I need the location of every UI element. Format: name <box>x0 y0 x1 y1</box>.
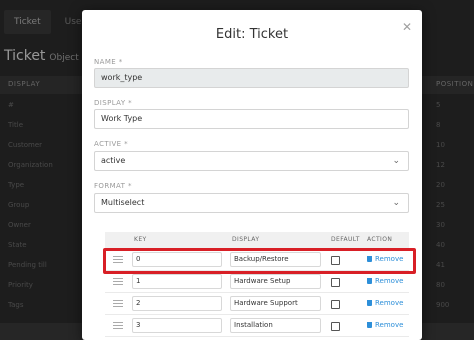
col-default: DEFAULT <box>331 236 360 243</box>
table-row: 1 Hardware Setup Remove <box>105 271 409 293</box>
active-label: ACTIVE * <box>94 140 129 148</box>
col-action: ACTION <box>367 236 393 243</box>
key-input[interactable]: 2 <box>132 296 222 311</box>
remove-label: Remove <box>375 299 404 307</box>
active-select[interactable]: active ⌄ <box>94 151 409 171</box>
active-select-value: active <box>101 156 126 165</box>
display-input[interactable]: Hardware Support <box>230 296 321 311</box>
drag-handle-icon[interactable] <box>113 322 123 329</box>
name-field[interactable]: work_type <box>94 68 409 88</box>
options-table-header: KEY DISPLAY DEFAULT ACTION <box>105 232 409 249</box>
remove-button[interactable]: Remove <box>367 277 403 285</box>
default-checkbox[interactable] <box>331 300 340 309</box>
trash-icon <box>367 278 372 284</box>
trash-icon <box>367 300 372 306</box>
table-row: 3 Installation Remove <box>105 315 409 337</box>
drag-handle-icon[interactable] <box>113 278 123 285</box>
name-label: NAME * <box>94 58 123 66</box>
col-key: KEY <box>134 236 147 243</box>
col-display: DISPLAY <box>232 236 260 243</box>
remove-button[interactable]: Remove <box>367 321 403 329</box>
default-checkbox[interactable] <box>331 322 340 331</box>
remove-button[interactable]: Remove <box>367 299 403 307</box>
remove-label: Remove <box>375 321 404 329</box>
display-field[interactable]: Work Type <box>94 109 409 129</box>
key-input[interactable]: 1 <box>132 274 222 289</box>
format-select-value: Multiselect <box>101 198 145 207</box>
modal-title: Edit: Ticket <box>215 27 289 42</box>
key-input[interactable]: 3 <box>132 318 222 333</box>
display-label: DISPLAY * <box>94 99 133 107</box>
display-input[interactable]: Hardware Setup <box>230 274 321 289</box>
format-select[interactable]: Multiselect ⌄ <box>94 193 409 213</box>
chevron-down-icon: ⌄ <box>392 198 400 208</box>
edit-modal: Edit: Ticket ✕ NAME * work_type DISPLAY … <box>82 10 422 340</box>
highlight-box <box>103 248 416 274</box>
drag-handle-icon[interactable] <box>113 300 123 307</box>
table-row: 2 Hardware Support Remove <box>105 293 409 315</box>
chevron-down-icon: ⌄ <box>392 156 400 166</box>
remove-label: Remove <box>375 277 404 285</box>
close-icon[interactable]: ✕ <box>402 20 412 34</box>
format-label: FORMAT * <box>94 182 132 190</box>
default-checkbox[interactable] <box>331 278 340 287</box>
display-input[interactable]: Installation <box>230 318 321 333</box>
